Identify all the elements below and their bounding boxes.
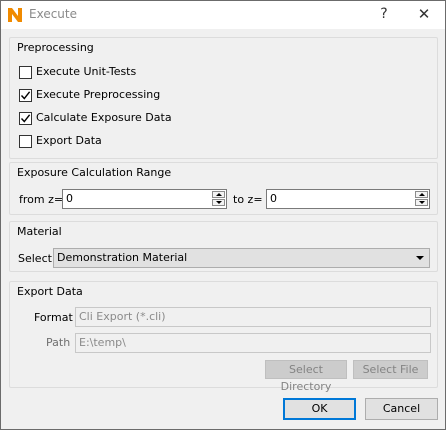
checkbox-label: Execute Preprocessing [36, 88, 161, 101]
export-data-group-title: Export Data [17, 285, 83, 298]
preprocessing-group: Preprocessing Execute Unit-Tests Execute… [9, 37, 438, 159]
checkbox-box[interactable] [19, 112, 32, 125]
app-logo-icon [7, 7, 23, 23]
material-select-value: Demonstration Material [57, 251, 188, 264]
checkbox-label: Export Data [36, 134, 102, 147]
spin-up-button[interactable] [212, 191, 225, 198]
window-title: Execute [29, 7, 77, 21]
from-z-spinbox[interactable]: 0 [62, 189, 227, 209]
cancel-button[interactable]: Cancel [365, 398, 438, 420]
title-bar: Execute ? ✕ [1, 1, 445, 29]
ok-button[interactable]: OK [283, 398, 356, 420]
exposure-range-group-title: Exposure Calculation Range [17, 166, 172, 179]
checkbox-box[interactable] [19, 89, 32, 102]
preprocessing-group-title: Preprocessing [17, 41, 94, 54]
arrow-up-icon [216, 193, 222, 196]
help-button[interactable]: ? [373, 4, 395, 24]
format-label: Format [34, 311, 73, 324]
chevron-down-icon [416, 256, 424, 260]
to-z-spinbox[interactable]: 0 [266, 189, 430, 209]
material-group-title: Material [17, 225, 62, 238]
checkbox-label: Calculate Exposure Data [36, 111, 172, 124]
checkmark-icon [20, 114, 31, 123]
to-z-label: to z= [233, 193, 263, 206]
close-button[interactable]: ✕ [412, 4, 436, 24]
path-field[interactable]: E:\temp\ [75, 333, 431, 353]
arrow-down-icon [419, 201, 425, 204]
format-field-value: Cli Export (*.cli) [79, 310, 166, 323]
select-directory-button[interactable]: Select Directory [265, 360, 347, 393]
execute-dialog: Execute ? ✕ Preprocessing Execute Unit-T… [0, 0, 446, 430]
select-file-button[interactable]: Select File [353, 360, 428, 379]
checkbox-box[interactable] [19, 135, 32, 148]
path-field-value: E:\temp\ [79, 336, 126, 349]
export-data-group: Export Data Format Cli Export (*.cli) Pa… [9, 281, 438, 393]
spin-buttons [415, 191, 428, 207]
spin-buttons [212, 191, 225, 207]
spin-down-button[interactable] [415, 199, 428, 206]
checkbox-box[interactable] [19, 66, 32, 79]
select-label: Select [18, 252, 52, 265]
format-field[interactable]: Cli Export (*.cli) [75, 307, 431, 327]
material-select[interactable]: Demonstration Material [53, 248, 430, 268]
from-z-value: 0 [66, 192, 73, 205]
arrow-up-icon [419, 193, 425, 196]
checkbox-label: Execute Unit-Tests [36, 65, 137, 78]
from-z-label: from z= [19, 193, 64, 206]
path-label: Path [46, 336, 71, 349]
exposure-range-group: Exposure Calculation Range from z= 0 to … [9, 162, 438, 215]
material-group: Material Select Demonstration Material [9, 221, 438, 272]
checkmark-icon [20, 91, 31, 100]
spin-down-button[interactable] [212, 199, 225, 206]
to-z-value: 0 [270, 192, 277, 205]
arrow-down-icon [216, 201, 222, 204]
spin-up-button[interactable] [415, 191, 428, 198]
